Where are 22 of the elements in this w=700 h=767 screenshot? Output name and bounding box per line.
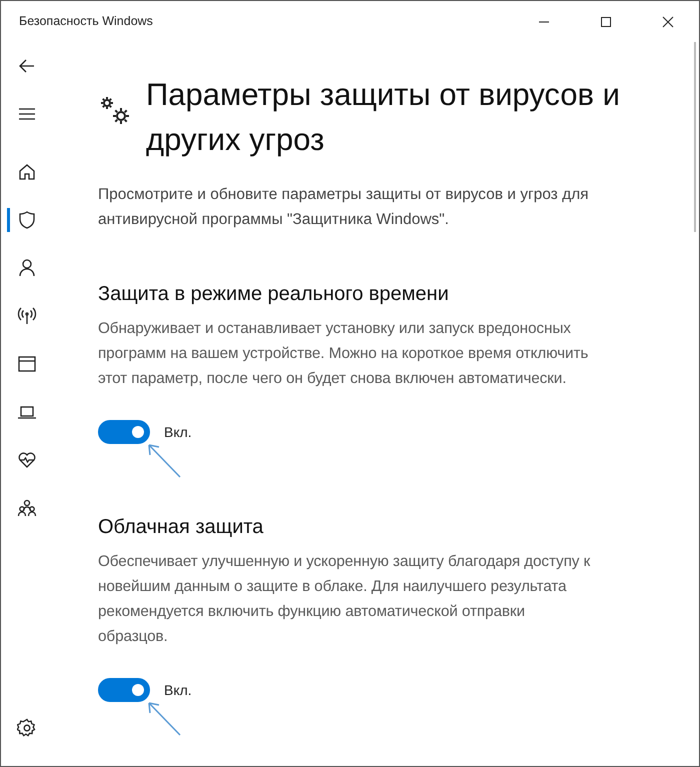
- settings-icon: [17, 718, 37, 738]
- section-heading: Защита в режиме реального времени: [98, 282, 450, 307]
- heart-icon: [17, 450, 37, 470]
- section-heading: Облачная защита: [98, 515, 264, 540]
- toggle-label: Вкл.: [164, 422, 192, 442]
- window-icon: [17, 354, 37, 374]
- toggle-switch[interactable]: [98, 420, 150, 444]
- close-icon: [662, 16, 674, 28]
- home-icon: [17, 162, 37, 182]
- toggle-label: Вкл.: [164, 680, 192, 700]
- person-icon: [17, 258, 37, 278]
- scrollbar[interactable]: [694, 42, 696, 232]
- section-description: Обнаруживает и останавливает установку или запуск вредоносных программ на вашем устройстве. Можно на короткое время отключить этот параметр, после чего он будет снова включен автоматически.: [98, 319, 590, 389]
- toggle-switch[interactable]: [98, 678, 150, 702]
- page-description: Просмотрите и обновите параметры защиты от вирусов и угроз для антивирусной программы "Защитника Windows".: [98, 185, 590, 230]
- people-icon: [17, 498, 37, 518]
- maximize-icon: [600, 16, 612, 28]
- antenna-icon: [17, 306, 37, 326]
- page-title: Параметры защиты от вирусов и других угроз: [146, 76, 620, 159]
- section-description: Обеспечивает улучшенную и ускоренную защиту благодаря доступу к новейшим данным о защите в облаке. Для наилучшего результата рекомендуется включить функцию автоматической отправки образцов.: [98, 552, 592, 647]
- shield-icon: [17, 210, 37, 230]
- window-title: Безопасность Windows: [18, 13, 154, 30]
